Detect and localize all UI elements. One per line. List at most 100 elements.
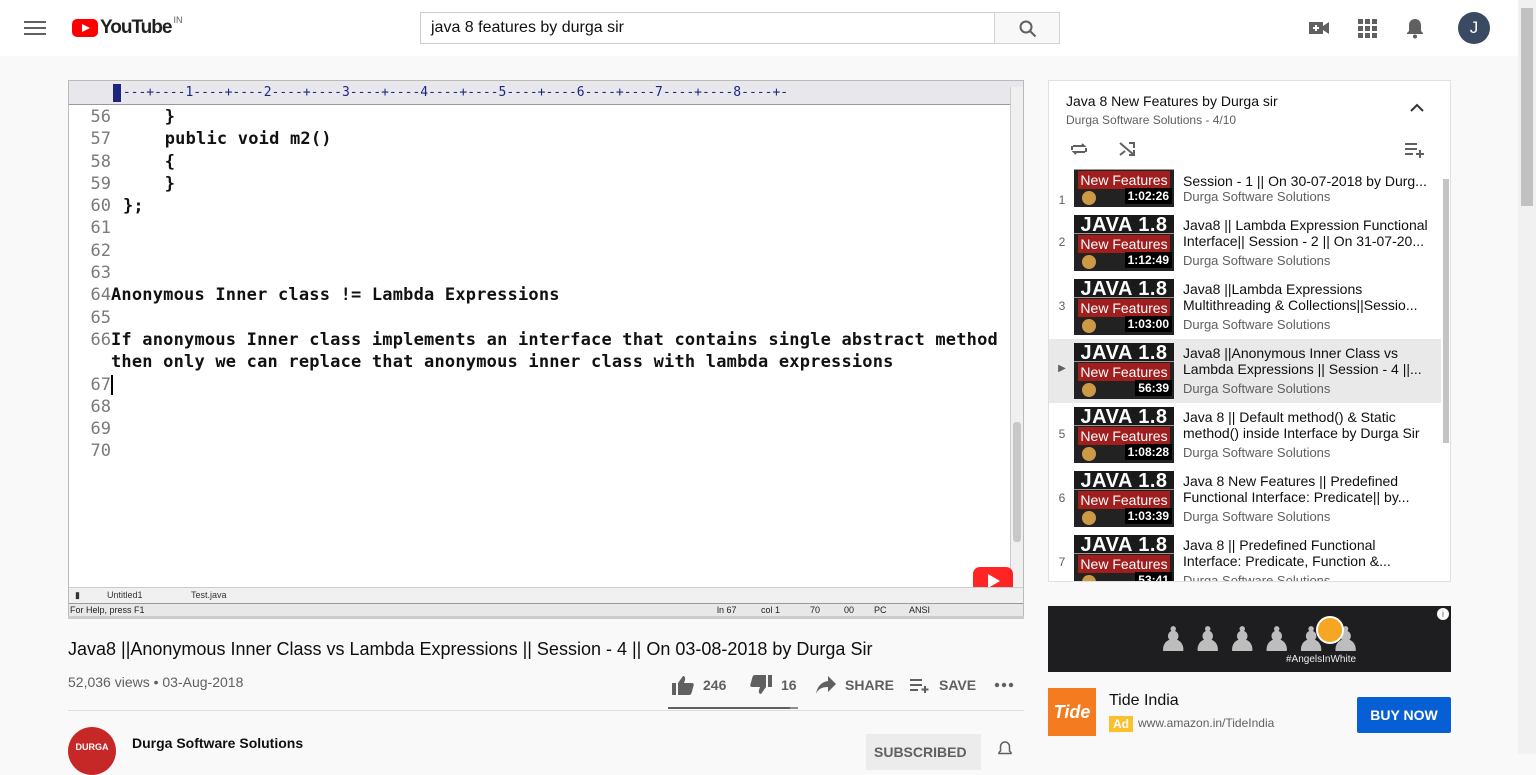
line-text: }; xyxy=(123,196,144,217)
playlist-items: 1 JAVA 1.8New Features1:02:26 Session - … xyxy=(1049,169,1441,582)
duration-badge: 53:41 xyxy=(1135,572,1172,581)
thumbnail-band: New Features xyxy=(1078,491,1170,509)
region-code: IN xyxy=(173,15,183,25)
playlist-item-index: 7 xyxy=(1058,555,1066,569)
playlist-item-current[interactable]: ▶ JAVA 1.8 New Features 56:39 Java8 ||Anon… xyxy=(1049,339,1441,403)
status-field: ANSI xyxy=(909,605,931,615)
status-help: For Help, press F1 xyxy=(70,605,145,615)
video-thumbnail[interactable]: JAVA 1.8 New Features 53:41 xyxy=(1074,535,1174,581)
code-line: 64 Anonymous Inner class != Lambda Expres… xyxy=(69,284,1010,306)
apps-icon[interactable] xyxy=(1355,16,1379,40)
sentiment-like-fill xyxy=(668,707,791,709)
duration-badge: 1:08:28 xyxy=(1124,444,1172,460)
playlist-item-title: Java 8 || Predefined Functional Interfac… xyxy=(1183,537,1391,569)
video-thumbnail[interactable]: JAVA 1.8 New Features 1:03:39 xyxy=(1074,471,1174,527)
add-to-playlist-icon[interactable] xyxy=(1404,139,1424,159)
menu-icon[interactable] xyxy=(24,18,46,38)
advertiser-logo[interactable]: Tide xyxy=(1048,688,1096,736)
editor-code-area: 56 } 57 public void m2() 58 { 59 } 60}; … xyxy=(69,105,1010,587)
add-to-playlist-icon xyxy=(910,679,929,693)
playlist-item[interactable]: 3 JAVA 1.8 New Features 1:03:00 Java8 ||La… xyxy=(1049,275,1441,339)
loop-icon[interactable] xyxy=(1069,139,1089,159)
playlist-subtitle[interactable]: Durga Software Solutions - 4/10 xyxy=(1066,113,1236,127)
line-text: { xyxy=(123,151,176,172)
duration-badge: 1:12:49 xyxy=(1124,252,1172,268)
playlist-title[interactable]: Java 8 New Features by Durga sir xyxy=(1066,93,1278,109)
now-playing-icon: ▶ xyxy=(1058,363,1066,374)
editor-ruler: ----+----1----+----2----+----3----+----4… xyxy=(69,81,1023,105)
share-icon xyxy=(816,676,836,694)
video-thumbnail[interactable]: JAVA 1.8 New Features 1:03:00 xyxy=(1074,279,1174,335)
line-number: 70 xyxy=(90,441,111,462)
playlist-item[interactable]: 7 JAVA 1.8 New Features 53:41 Java 8 || Pr… xyxy=(1049,531,1441,582)
banner-hashtag: #AngelsInWhite xyxy=(1286,654,1357,665)
ad-url[interactable]: www.amazon.in/TideIndia xyxy=(1138,716,1274,730)
line-text xyxy=(111,307,123,329)
playlist-panel: Java 8 New Features by Durga sir Durga S… xyxy=(1048,80,1451,582)
code-line: 67 xyxy=(69,374,1010,396)
line-text: public void m2() xyxy=(123,129,332,150)
page-scrollbar[interactable] xyxy=(1518,0,1536,754)
playlist-item-index: 5 xyxy=(1058,427,1066,441)
line-number: 58 xyxy=(90,151,111,172)
video-thumbnail[interactable]: JAVA 1.8 New Features 1:08:28 xyxy=(1074,407,1174,463)
line-text xyxy=(111,440,123,462)
buy-now-button[interactable]: BUY NOW xyxy=(1357,697,1451,733)
video-player[interactable]: ----+----1----+----2----+----3----+----4… xyxy=(68,80,1024,618)
playlist-item-index: 3 xyxy=(1058,299,1066,313)
playlist-item-channel: Durga Software Solutions xyxy=(1183,317,1331,332)
playlist-item[interactable]: 6 JAVA 1.8 New Features 1:03:39 Java 8 New… xyxy=(1049,467,1441,531)
playlist-item[interactable]: 5 JAVA 1.8 New Features 1:08:28 Java 8 || … xyxy=(1049,403,1441,467)
playlist-item-title: Java8 || Lambda Expression Functional In… xyxy=(1183,217,1428,249)
playlist-item-index: 6 xyxy=(1058,491,1066,505)
chevron-up-icon[interactable] xyxy=(1409,103,1425,113)
save-button[interactable]: SAVE xyxy=(910,672,976,698)
ad-banner[interactable]: ♟♟♟♟♟♟ #AngelsInWhite i xyxy=(1048,606,1451,672)
editor-scrollbar xyxy=(1010,87,1023,587)
search-input[interactable]: java 8 features by durga sir xyxy=(420,12,995,44)
code-line: 60}; xyxy=(69,195,1010,217)
like-button[interactable]: 246 xyxy=(672,672,726,698)
line-text: } xyxy=(123,107,176,127)
notifications-bell-icon[interactable] xyxy=(1403,16,1427,40)
playlist-item-channel: Durga Software Solutions xyxy=(1183,573,1331,582)
playlist-item[interactable]: 1 JAVA 1.8New Features1:02:26 Session - … xyxy=(1049,169,1441,211)
code-line: 58 { xyxy=(69,151,1010,173)
channel-avatar[interactable]: DURGA xyxy=(68,727,116,775)
ruler-text: ----+----1----+----2----+----3----+----4… xyxy=(115,85,789,100)
shuffle-icon[interactable] xyxy=(1117,139,1137,159)
code-line: 62 xyxy=(69,240,1010,262)
editor-tabs: ▮ Untitled1 Test.java xyxy=(69,587,1023,603)
create-video-icon[interactable] xyxy=(1307,16,1331,40)
like-count: 246 xyxy=(703,677,727,693)
video-progress-bar[interactable] xyxy=(68,616,1024,619)
video-thumbnail[interactable]: JAVA 1.8 New Features 1:12:49 xyxy=(1074,215,1174,271)
video-thumbnail[interactable]: JAVA 1.8New Features1:02:26 xyxy=(1074,169,1174,207)
thumbnail-heading: JAVA 1.8 xyxy=(1074,169,1174,171)
subscribed-button[interactable]: SUBSCRIBED xyxy=(866,734,981,770)
ad-info-icon[interactable]: i xyxy=(1437,608,1449,620)
channel-name[interactable]: Durga Software Solutions xyxy=(132,735,303,751)
line-number: 61 xyxy=(90,218,111,239)
avatar[interactable]: J xyxy=(1458,12,1490,44)
video-thumbnail[interactable]: JAVA 1.8 New Features 56:39 xyxy=(1074,343,1174,399)
line-text: Anonymous Inner class != Lambda Expressi… xyxy=(111,285,560,306)
duration-badge: 56:39 xyxy=(1135,380,1172,396)
line-number: 63 xyxy=(90,263,111,284)
advertiser-name[interactable]: Tide India xyxy=(1109,692,1179,710)
search-button[interactable] xyxy=(994,12,1060,44)
save-label: SAVE xyxy=(939,677,977,693)
youtube-logo[interactable]: YouTube IN xyxy=(72,15,183,39)
notification-bell-icon[interactable] xyxy=(996,740,1014,758)
thumbnail-heading: JAVA 1.8 xyxy=(1074,407,1174,427)
editor-tab: Test.java xyxy=(191,590,227,600)
dislike-button[interactable]: 16 xyxy=(750,672,797,698)
more-actions-button[interactable] xyxy=(994,672,1014,698)
editor-tab: Untitled1 xyxy=(107,590,143,600)
banner-badge-icon xyxy=(1316,616,1344,644)
playlist-item[interactable]: 2 JAVA 1.8 New Features 1:12:49 Java8 || L… xyxy=(1049,211,1441,275)
line-number: 66 xyxy=(90,329,111,350)
line-text xyxy=(111,418,123,440)
share-button[interactable]: SHARE xyxy=(816,672,894,698)
playlist-scrollbar[interactable] xyxy=(1443,179,1449,443)
